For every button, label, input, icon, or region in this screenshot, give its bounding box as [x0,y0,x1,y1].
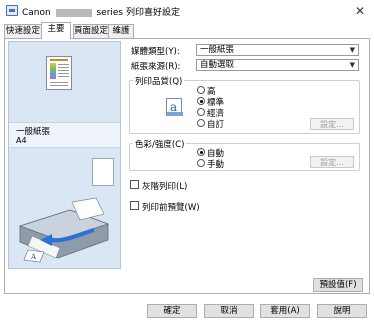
tab-main[interactable]: 主要 [41,22,71,39]
page-preview [46,56,72,90]
defaults-button[interactable]: 預設值(F) [313,278,363,292]
title-prefix: Canon [22,8,51,18]
quality-custom-label: 自訂 [207,120,225,130]
media-type-select[interactable]: 一般紙張 ▼ [196,44,359,56]
quality-high-radio[interactable] [197,86,205,94]
preview-before-print-checkbox[interactable] [130,201,139,210]
media-type-label: 媒體類型(Y): [131,47,180,57]
tab-page-setup[interactable]: 頁面設定 [73,24,109,38]
color-auto-radio[interactable] [197,148,205,156]
preview-before-print-label: 列印前預覽(W) [142,203,200,213]
chevron-down-icon: ▼ [349,46,355,54]
preview-media-size: A4 [16,136,27,145]
color-settings-button[interactable]: 設定... [310,156,354,168]
apply-button[interactable]: 套用(A) [260,304,310,318]
window-title: Canon series 列印喜好設定 [22,5,180,18]
quality-icon: a [166,98,183,116]
cancel-button[interactable]: 取消 [204,304,254,318]
grayscale-label: 灰階列印(L) [142,182,188,192]
quality-standard-radio[interactable] [197,97,205,105]
grayscale-checkbox[interactable] [130,180,139,189]
title-suffix: series 列印喜好設定 [96,8,180,18]
help-button[interactable]: 說明 [317,304,367,318]
svg-text:A: A [30,253,37,261]
tab-maintenance[interactable]: 維護 [108,24,134,38]
quality-settings-button[interactable]: 設定... [310,118,354,130]
chevron-down-icon: ▼ [349,61,355,69]
quality-custom-radio[interactable] [197,119,205,127]
color-intensity-title: 色彩/強度(C) [133,138,187,150]
paper-source-select[interactable]: 自動選取 ▼ [196,59,359,71]
color-manual-radio[interactable] [197,159,205,167]
print-quality-title: 列印品質(Q) [133,75,185,87]
paper-source-value: 自動選取 [200,60,235,70]
quality-economy-radio[interactable] [197,108,205,116]
paper-source-label: 紙張來源(R): [131,62,181,72]
redacted-model-name [55,8,92,17]
printer-illustration: A [18,197,110,263]
printer-app-icon [6,5,18,16]
close-button[interactable]: ✕ [350,2,370,20]
tab-quick-setup[interactable]: 快速設定 [4,24,42,38]
ok-button[interactable]: 確定 [147,304,197,318]
media-type-value: 一般紙張 [200,45,235,55]
paper-thumbnail [92,158,114,186]
color-manual-label: 手動 [207,160,225,170]
